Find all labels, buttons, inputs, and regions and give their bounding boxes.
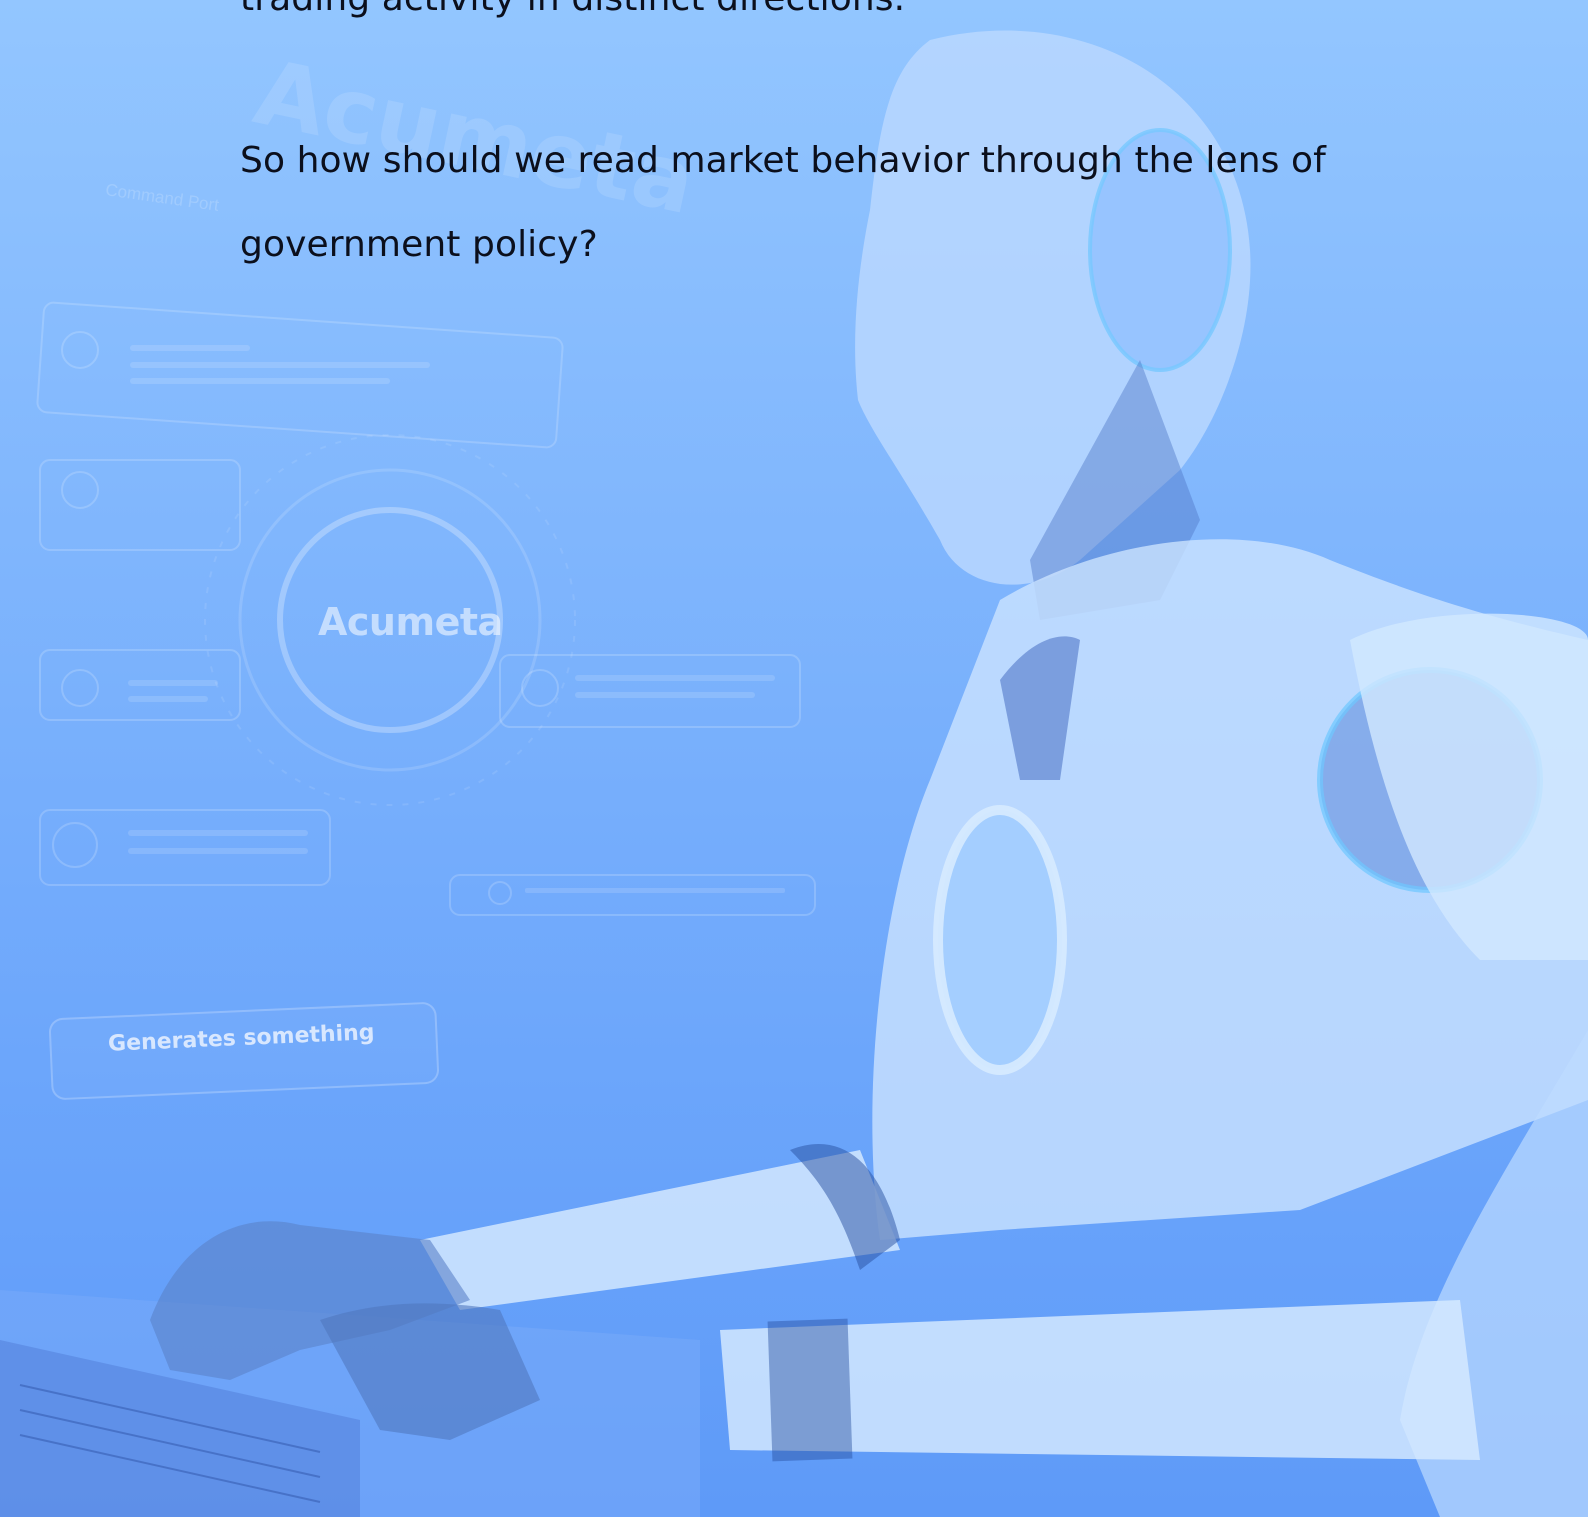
- background-illustration: Acumeta Command Port Acumeta Generates s…: [0, 0, 1588, 1517]
- robot-at-laptop-illustration: [0, 30, 1588, 1517]
- generate-panel: [48, 1001, 440, 1101]
- article-line-1: So how should we read market behavior th…: [240, 140, 1326, 181]
- article-line-partial: trading activity in distinct directions.: [240, 0, 905, 19]
- brand-logo: Acumeta: [318, 600, 503, 644]
- article-line-2: government policy?: [240, 224, 598, 265]
